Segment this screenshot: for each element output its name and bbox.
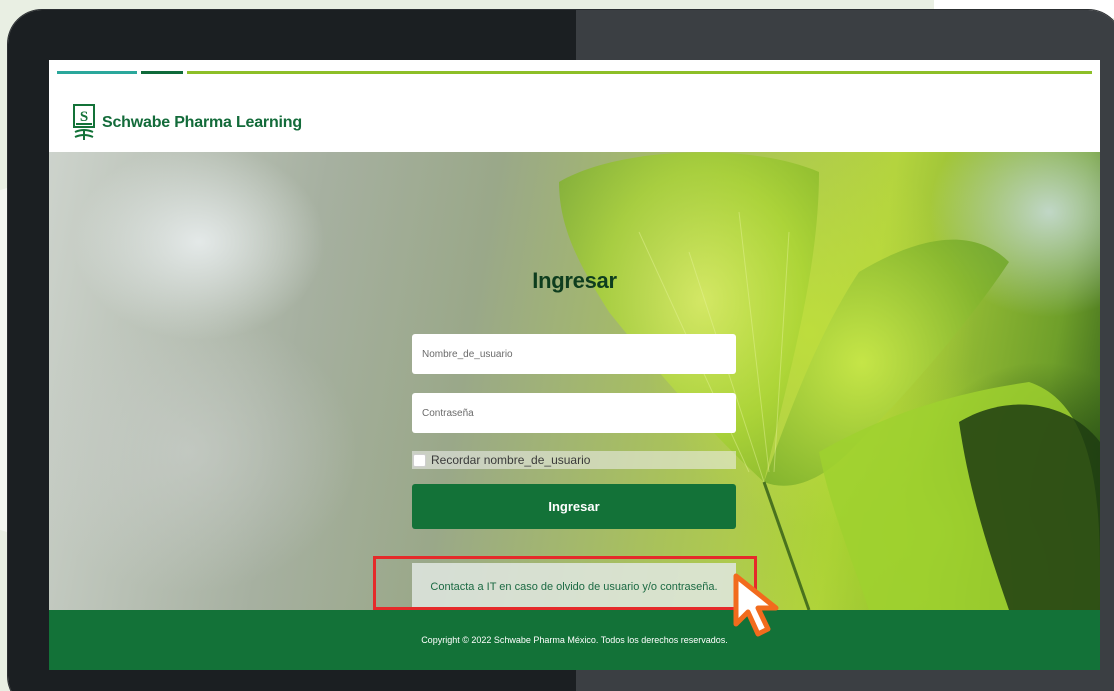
top-accent-line-teal	[57, 71, 137, 74]
schwabe-logo-icon[interactable]: S	[73, 104, 95, 144]
remember-checkbox[interactable]	[413, 453, 426, 467]
login-hero: Ingresar Recordar nombre_de_usuario Ingr…	[49, 152, 1100, 610]
brand-name[interactable]: Schwabe Pharma Learning	[102, 114, 302, 132]
svg-text:S: S	[80, 109, 88, 125]
site-footer: Copyright © 2022 Schwabe Pharma México. …	[49, 610, 1100, 670]
contact-it-text: Contacta a IT en caso de olvido de usuar…	[430, 580, 718, 593]
top-accent-line-lime	[187, 71, 1092, 74]
password-input[interactable]	[412, 393, 736, 433]
login-title: Ingresar	[532, 268, 617, 293]
top-accent-line-green	[141, 71, 183, 74]
copyright-text: Copyright © 2022 Schwabe Pharma México. …	[421, 635, 728, 645]
remember-username-row[interactable]: Recordar nombre_de_usuario	[412, 451, 736, 469]
username-input[interactable]	[412, 334, 736, 374]
remember-label[interactable]: Recordar nombre_de_usuario	[431, 453, 590, 467]
browser-screen: S Schwabe Pharma Learning Ingresar Nombr…	[49, 60, 1100, 670]
contact-it-link[interactable]: Contacta a IT en caso de olvido de usuar…	[412, 563, 736, 610]
tablet-frame: S Schwabe Pharma Learning Ingresar Nombr…	[8, 10, 1114, 691]
login-button[interactable]: Ingresar	[412, 484, 736, 529]
site-header: S Schwabe Pharma Learning	[49, 76, 1100, 152]
slide-canvas: S Schwabe Pharma Learning Ingresar Nombr…	[0, 0, 1114, 691]
ginkgo-leaf-image	[559, 152, 1100, 610]
